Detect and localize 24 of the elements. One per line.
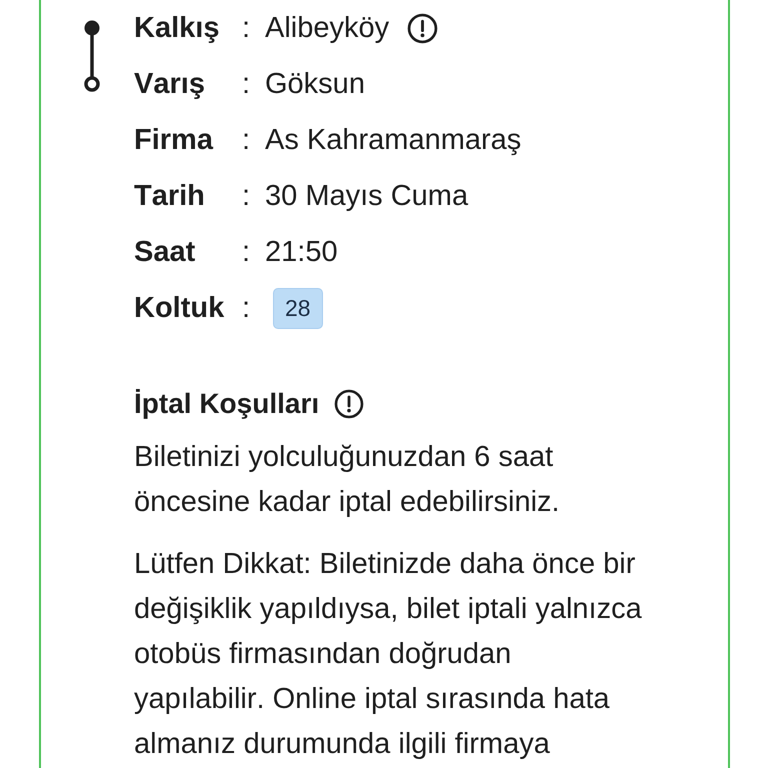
route-timeline-icon bbox=[83, 20, 101, 92]
colon: : bbox=[242, 179, 252, 214]
field-value: 21:50 bbox=[265, 235, 338, 270]
field-label: Saat bbox=[134, 235, 196, 270]
field-value: 30 Mayıs Cuma bbox=[265, 179, 468, 214]
field-value: As Kahramanmaraş bbox=[265, 123, 522, 158]
field-label: Kalkış bbox=[134, 11, 220, 46]
exclamation-circle-icon[interactable] bbox=[407, 12, 438, 44]
field-label: Tarih bbox=[134, 179, 206, 214]
colon: : bbox=[242, 11, 252, 46]
field-value: Göksun bbox=[265, 67, 365, 102]
paragraph-text: Biletinizi yolculuğunuzdan 6 saat öncesine kadar iptal edebilirsiniz. bbox=[134, 440, 561, 520]
field-label: Varış bbox=[134, 67, 206, 102]
field-label: Firma bbox=[134, 123, 214, 158]
colon: : bbox=[242, 123, 252, 158]
colon: : bbox=[242, 291, 252, 326]
paragraph-text: Lütfen Dikkat: Biletinizde daha önce bir değişiklik yapıldıysa, bilet iptali yalnızca otobüs firmasından doğrudan yapılabilir. Online iptal sırasında hata almanız durumunda ilgili firmaya bbox=[134, 547, 643, 762]
section-title: İptal Koşulları bbox=[134, 387, 320, 421]
field-label: Koltuk bbox=[134, 291, 226, 326]
field-value: Alibeyköy bbox=[265, 11, 390, 46]
colon: : bbox=[242, 67, 252, 102]
colon: : bbox=[242, 235, 252, 270]
exclamation-circle-icon[interactable] bbox=[334, 389, 364, 419]
seat-number-badge: 28 bbox=[273, 288, 323, 328]
